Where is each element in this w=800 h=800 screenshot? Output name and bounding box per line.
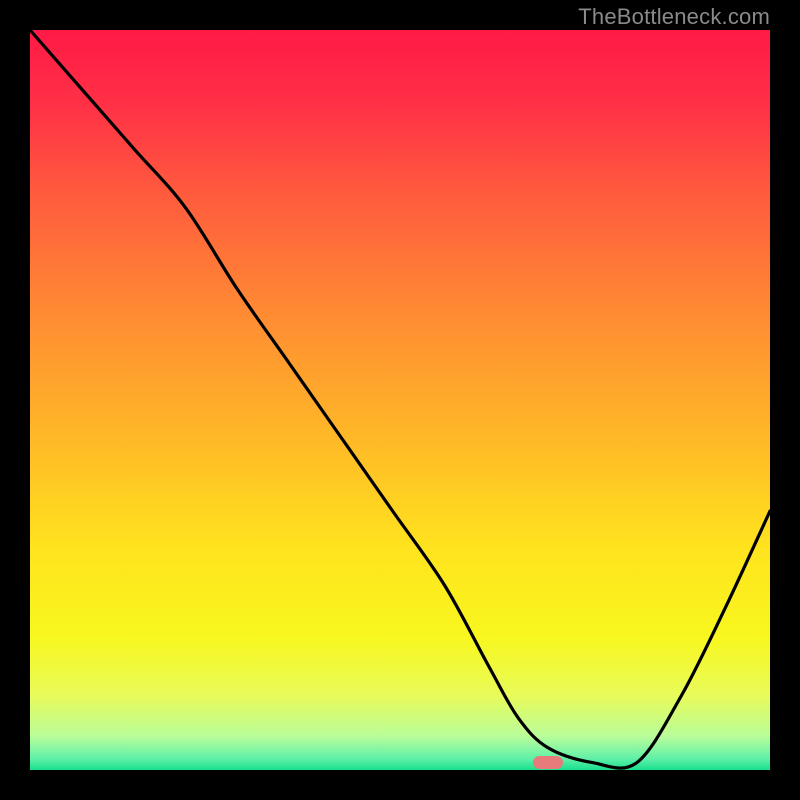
plot-area xyxy=(30,30,770,770)
bottleneck-curve xyxy=(30,30,770,768)
optimal-marker xyxy=(533,756,563,769)
watermark-label: TheBottleneck.com xyxy=(578,4,770,30)
curve-svg xyxy=(30,30,770,770)
chart-frame: TheBottleneck.com xyxy=(0,0,800,800)
